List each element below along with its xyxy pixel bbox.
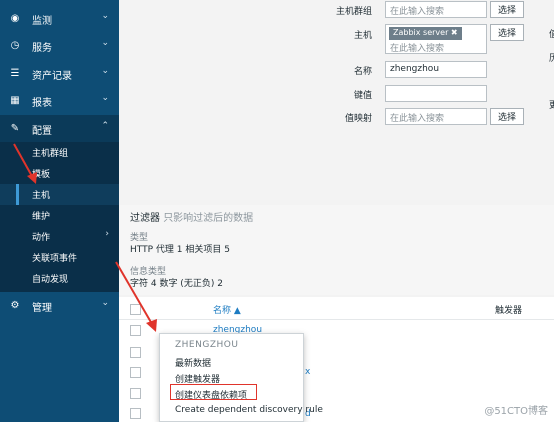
- chevron-right-icon: ›: [105, 229, 109, 239]
- row-checkbox[interactable]: [130, 388, 141, 399]
- column-header-triggers: 触发器: [495, 306, 523, 316]
- context-menu-title: ZHENGZHOU: [175, 340, 239, 350]
- sidebar: ◉ 监测 ⌄ ◷ 服务 ⌄ ☰ 资产记录 ⌄ ▦ 报表 ⌄ ✎ 配置 ⌃ 主机群…: [0, 0, 119, 422]
- chevron-down-icon: ⌄: [101, 93, 109, 103]
- row-trailing-text: x: [305, 367, 311, 377]
- column-header-name-label: 名称: [213, 306, 232, 316]
- nav-inventory[interactable]: ☰ 资产记录 ⌄: [0, 60, 119, 87]
- clipped-label-2: 历: [549, 54, 554, 64]
- key-label: 键值: [353, 91, 372, 101]
- nav-config-row: ✎ 配置 ⌃: [0, 115, 119, 142]
- nav-services-label: 服务: [32, 43, 52, 54]
- submenu-event-correlation[interactable]: 关联项事件: [0, 247, 119, 268]
- menu-item-create-dependent-discovery-rule[interactable]: Create dependent discovery rule: [175, 405, 323, 415]
- close-icon[interactable]: ✖: [451, 28, 458, 37]
- filter-title: 过滤器 只影响过滤后的数据: [130, 209, 253, 224]
- submenu-event-correlation-label: 关联项事件: [32, 254, 78, 264]
- host-select-button[interactable]: 选择: [490, 24, 524, 41]
- chevron-down-icon: ⌄: [101, 66, 109, 76]
- submenu-actions[interactable]: 动作 ›: [0, 226, 119, 247]
- row-checkbox[interactable]: [130, 367, 141, 378]
- host-label: 主机: [353, 31, 372, 41]
- value-map-input[interactable]: 在此输入搜索: [385, 108, 487, 125]
- host-multiselect[interactable]: Zabbix server ✖ 在此输入搜索: [385, 24, 487, 54]
- nav-reports-label: 报表: [32, 98, 52, 109]
- watermark: @51CTO博客: [484, 406, 548, 417]
- chevron-down-icon: ⌄: [101, 38, 109, 48]
- clipped-label-3: 更: [549, 101, 554, 111]
- clipped-label-1: 值: [549, 30, 554, 40]
- nav-monitoring[interactable]: ◉ 监测 ⌄: [0, 5, 119, 32]
- chevron-down-icon: ⌄: [101, 298, 109, 308]
- item-context-menu: ZHENGZHOU 最新数据 创建触发器 创建仪表盘依赖项 Create dep…: [159, 333, 323, 422]
- sort-asc-icon: ▲: [233, 306, 241, 316]
- table-divider: [119, 319, 554, 320]
- annotation-arrow-icon: [13, 143, 37, 184]
- host-group-label: 主机群组: [335, 7, 372, 17]
- bar-chart-icon: ▦: [10, 94, 20, 106]
- menu-item-latest-data[interactable]: 最新数据: [175, 356, 211, 369]
- host-tag[interactable]: Zabbix server ✖: [389, 27, 462, 40]
- row-checkbox[interactable]: [130, 408, 141, 419]
- wrench-icon: ✎: [10, 122, 20, 134]
- nav-services[interactable]: ◷ 服务 ⌄: [0, 32, 119, 59]
- value-map-label: 值映射: [344, 114, 372, 124]
- nav-admin[interactable]: ⚙ 管理 ⌄: [0, 292, 119, 319]
- submenu-maintenance[interactable]: 维护: [0, 205, 119, 226]
- annotation-arrow-icon: [115, 261, 157, 332]
- host-group-input[interactable]: 在此输入搜索: [385, 1, 487, 18]
- nav-inventory-label: 资产记录: [32, 71, 72, 82]
- clock-icon: ◷: [10, 39, 20, 51]
- name-label: 名称: [353, 67, 372, 77]
- eye-icon: ◉: [10, 12, 20, 24]
- filter-hint: 只影响过滤后的数据: [163, 213, 254, 224]
- chevron-up-icon: ⌃: [101, 121, 109, 131]
- name-input[interactable]: zhengzhou: [385, 61, 487, 78]
- submenu-actions-label: 动作: [32, 233, 51, 243]
- column-header-name[interactable]: 名称 ▲: [213, 303, 241, 316]
- nav-reports[interactable]: ▦ 报表 ⌄: [0, 87, 119, 114]
- host-tag-label: Zabbix server: [393, 28, 449, 37]
- submenu-discovery[interactable]: 自动发现: [0, 268, 119, 289]
- nav-admin-label: 管理: [32, 303, 52, 314]
- annotation-highlight-box: [170, 384, 257, 400]
- key-input[interactable]: [385, 85, 487, 102]
- nav-monitoring-label: 监测: [32, 16, 52, 27]
- nav-config[interactable]: ✎ 配置 ⌃: [0, 115, 119, 142]
- host-search-placeholder: 在此输入搜索: [390, 44, 445, 54]
- submenu-maintenance-label: 维护: [32, 212, 51, 222]
- gear-icon: ⚙: [10, 299, 20, 311]
- host-group-select-button[interactable]: 选择: [490, 1, 524, 18]
- nav-config-label: 配置: [32, 126, 52, 137]
- filter-title-text: 过滤器: [130, 213, 160, 224]
- value-map-select-button[interactable]: 选择: [490, 108, 524, 125]
- list-icon: ☰: [10, 67, 20, 79]
- filter-panel: 过滤器 只影响过滤后的数据 类型 HTTP 代理 1 相关项目 5 信息类型 字…: [119, 205, 554, 295]
- filter-type-tags[interactable]: HTTP 代理 1 相关项目 5: [130, 242, 230, 255]
- submenu-discovery-label: 自动发现: [32, 275, 69, 285]
- chevron-down-icon: ⌄: [101, 11, 109, 21]
- row-checkbox[interactable]: [130, 347, 141, 358]
